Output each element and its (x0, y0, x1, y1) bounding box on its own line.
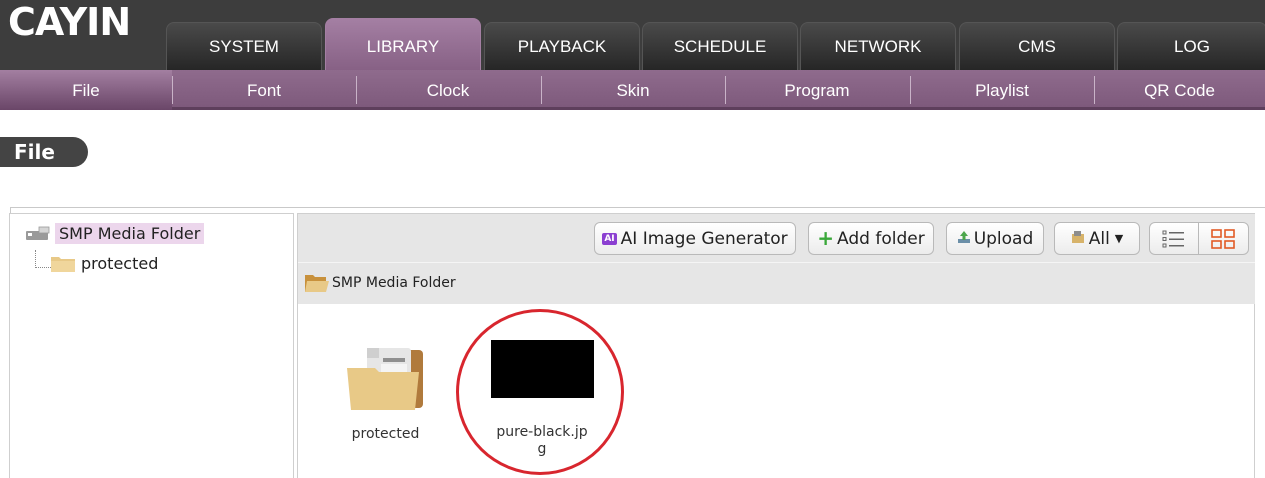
file-item-name-line1: pure-black.jp (496, 424, 588, 440)
file-item-name-line2: g (537, 441, 547, 457)
svg-text:CAYIN: CAYIN (8, 2, 130, 42)
top-header: CAYIN SYSTEM LIBRARY PLAYBACK SCHEDULE N… (0, 0, 1265, 70)
tab-playback[interactable]: PLAYBACK (484, 22, 640, 70)
cayin-logo: CAYIN (8, 0, 143, 44)
folder-item-protected[interactable]: protected (338, 346, 433, 443)
filter-dropdown[interactable]: All ▼ (1054, 222, 1140, 255)
sub-navigation: File Font Clock Skin Program Playlist QR… (0, 70, 1265, 110)
drive-icon (25, 224, 51, 242)
tree-item-protected[interactable]: protected (50, 253, 158, 273)
file-item-pure-black[interactable]: pure-black.jp g (488, 340, 596, 458)
tab-log[interactable]: LOG (1117, 22, 1265, 70)
upload-button[interactable]: Upload (946, 222, 1044, 255)
filter-label: All (1088, 228, 1110, 249)
plus-icon: + (817, 226, 835, 250)
toolbar: AI AI Image Generator + Add folder Uploa… (298, 214, 1255, 262)
add-folder-button[interactable]: + Add folder (808, 222, 934, 255)
ai-icon: AI (602, 232, 617, 245)
tree-item-label[interactable]: protected (81, 254, 158, 273)
tree-root-label[interactable]: SMP Media Folder (55, 222, 205, 244)
filter-icon (1071, 229, 1085, 249)
subtab-qr-code[interactable]: QR Code (1094, 70, 1265, 110)
upload-label: Upload (973, 228, 1034, 249)
file-browser: AI AI Image Generator + Add folder Uploa… (297, 213, 1255, 478)
folder-icon (346, 348, 423, 410)
page-title: File (0, 137, 88, 167)
list-view-icon (1162, 230, 1184, 247)
view-toggle (1149, 222, 1249, 255)
tab-library[interactable]: LIBRARY (325, 18, 481, 70)
subtab-program[interactable]: Program (725, 70, 909, 110)
upload-icon (957, 229, 971, 249)
subtab-clock[interactable]: Clock (356, 70, 540, 110)
tab-network[interactable]: NETWORK (800, 22, 956, 70)
folder-tree: SMP Media Folder protected (9, 213, 294, 478)
tab-system[interactable]: SYSTEM (166, 22, 322, 70)
subtab-file[interactable]: File (0, 70, 172, 110)
folder-item-name: protected (351, 426, 420, 442)
subtab-playlist[interactable]: Playlist (910, 70, 1094, 110)
folder-icon (50, 253, 76, 273)
tab-cms[interactable]: CMS (959, 22, 1115, 70)
folder-open-icon (304, 272, 330, 299)
image-thumbnail (490, 340, 594, 398)
chevron-down-icon: ▼ (1114, 232, 1124, 245)
tree-root[interactable]: SMP Media Folder (25, 221, 205, 245)
tab-schedule[interactable]: SCHEDULE (642, 22, 798, 70)
subtab-font[interactable]: Font (172, 70, 356, 110)
ai-image-generator-button[interactable]: AI AI Image Generator (594, 222, 796, 255)
list-view-button[interactable] (1150, 223, 1199, 254)
grid-view-button[interactable] (1199, 223, 1248, 254)
grid-view-icon (1211, 228, 1236, 249)
logo-graphic: CAYIN (8, 0, 131, 44)
current-path-label[interactable]: SMP Media Folder (332, 275, 456, 291)
path-bar: SMP Media Folder (298, 262, 1255, 304)
subtab-skin[interactable]: Skin (541, 70, 725, 110)
ai-image-generator-label: AI Image Generator (620, 228, 788, 249)
add-folder-label: Add folder (837, 228, 925, 249)
